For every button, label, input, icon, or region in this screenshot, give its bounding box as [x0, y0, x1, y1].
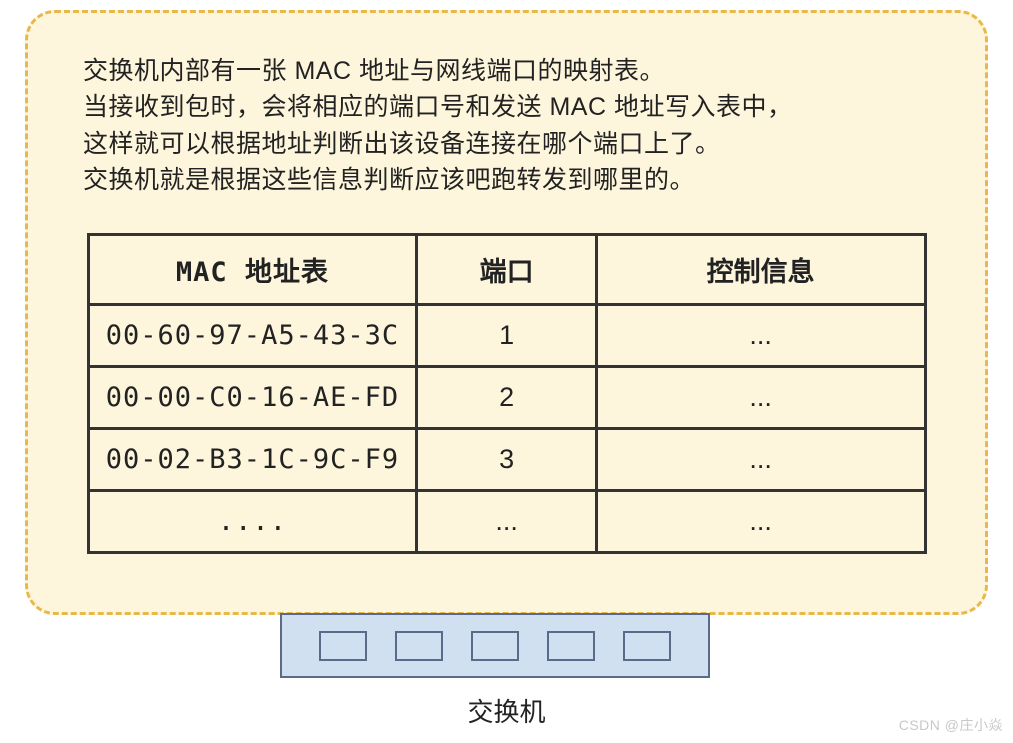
switch-port-icon: [319, 631, 367, 661]
description-text: 交换机内部有一张 MAC 地址与网线端口的映射表。 当接收到包时，会将相应的端口…: [83, 53, 930, 198]
mac-address-table: MAC 地址表 端口 控制信息 00-60-97-A5-43-3C 1 ... …: [87, 233, 927, 554]
header-ctrl: 控制信息: [596, 235, 925, 305]
table-row: 00-02-B3-1C-9C-F9 3 ...: [88, 429, 925, 491]
cell-port: 3: [417, 429, 596, 491]
cell-port: ...: [417, 491, 596, 553]
switch-port-icon: [395, 631, 443, 661]
table-row: .... ... ...: [88, 491, 925, 553]
switch-port-icon: [623, 631, 671, 661]
callout-box: 交换机内部有一张 MAC 地址与网线端口的映射表。 当接收到包时，会将相应的端口…: [25, 10, 988, 615]
cell-ctrl: ...: [596, 367, 925, 429]
cell-mac: 00-00-C0-16-AE-FD: [88, 367, 417, 429]
cell-mac: 00-02-B3-1C-9C-F9: [88, 429, 417, 491]
header-port: 端口: [417, 235, 596, 305]
switch-device: [280, 613, 710, 678]
desc-line-4: 交换机就是根据这些信息判断应该吧跑转发到哪里的。: [83, 162, 930, 198]
cell-mac: ....: [88, 491, 417, 553]
table-row: 00-00-C0-16-AE-FD 2 ...: [88, 367, 925, 429]
cell-ctrl: ...: [596, 305, 925, 367]
desc-line-2: 当接收到包时，会将相应的端口号和发送 MAC 地址写入表中，: [83, 89, 930, 125]
header-mac: MAC 地址表: [88, 235, 417, 305]
watermark-text: CSDN @庄小焱: [899, 715, 1003, 735]
desc-line-3: 这样就可以根据地址判断出该设备连接在哪个端口上了。: [83, 126, 930, 162]
switch-label: 交换机: [0, 692, 1013, 729]
cell-ctrl: ...: [596, 429, 925, 491]
switch-port-icon: [471, 631, 519, 661]
cell-port: 2: [417, 367, 596, 429]
table-row: 00-60-97-A5-43-3C 1 ...: [88, 305, 925, 367]
switch-port-icon: [547, 631, 595, 661]
cell-mac: 00-60-97-A5-43-3C: [88, 305, 417, 367]
desc-line-1: 交换机内部有一张 MAC 地址与网线端口的映射表。: [83, 53, 930, 89]
table-header-row: MAC 地址表 端口 控制信息: [88, 235, 925, 305]
cell-port: 1: [417, 305, 596, 367]
cell-ctrl: ...: [596, 491, 925, 553]
